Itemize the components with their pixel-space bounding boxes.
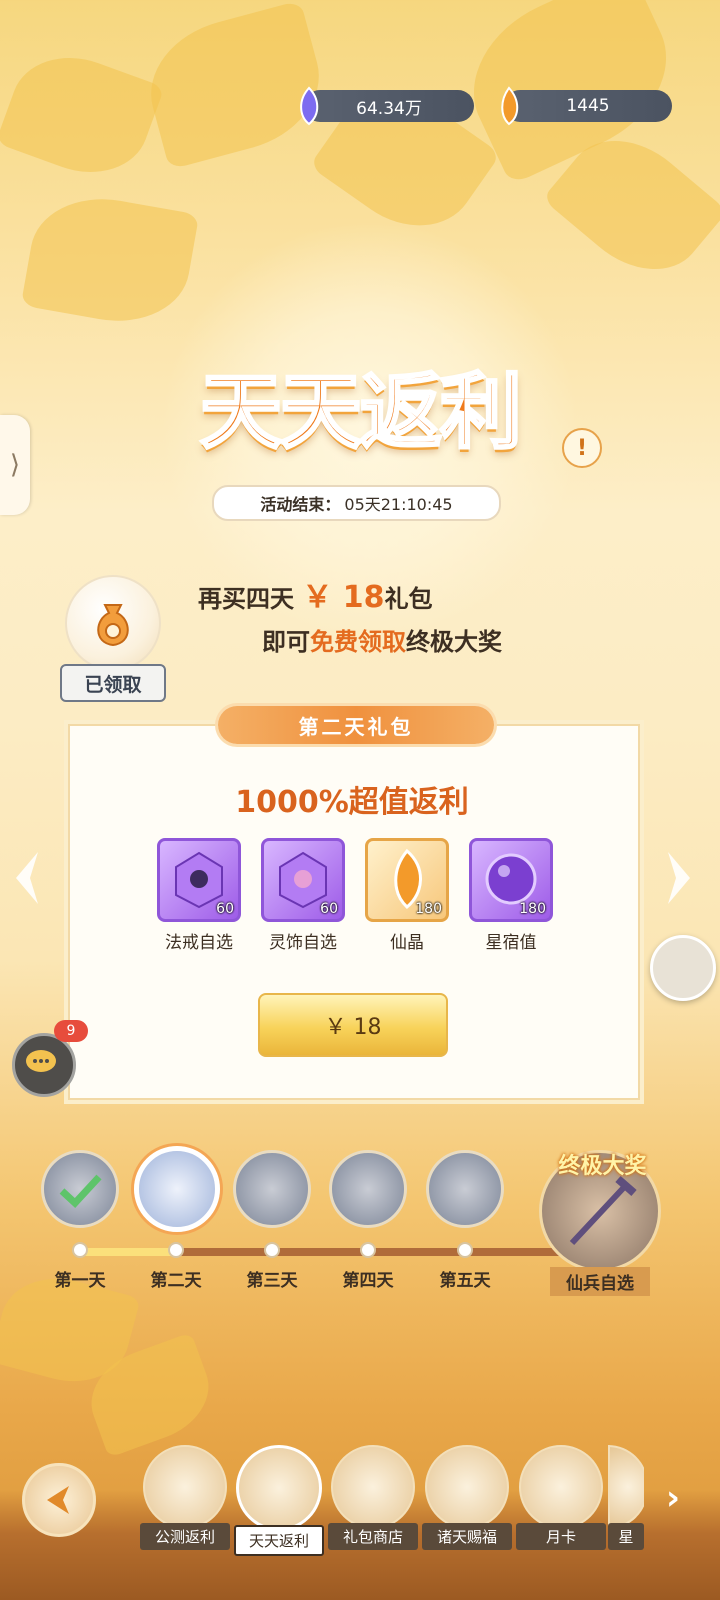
reward-bag[interactable]: [65, 575, 161, 671]
jade-icon: [300, 86, 319, 126]
day-4[interactable]: 第四天: [326, 1150, 410, 1291]
tab-label: 公测返利: [140, 1523, 230, 1550]
promo-line-2-post: 终极大奖: [406, 628, 502, 656]
daily-rebate-icon: [236, 1445, 322, 1531]
day-1-reward: [41, 1150, 119, 1228]
item-frame: 180: [469, 838, 553, 922]
back-arrow-icon: [47, 1486, 69, 1514]
claimed-badge: 已领取: [60, 664, 166, 702]
promo-price: ￥ 18: [302, 580, 385, 615]
currency-value-jade: 64.34万: [356, 98, 422, 119]
day-label: 第三天: [246, 1271, 298, 1291]
promo-line-1-post: 礼包: [384, 585, 433, 613]
item-label: 灵饰自选: [269, 933, 337, 953]
lucky-bag-icon: [97, 604, 129, 647]
currency-value-crystal: 1445: [566, 96, 610, 116]
grand-prize-label: 仙兵自选: [550, 1267, 650, 1296]
tab-daily-rebate[interactable]: 天天返利: [234, 1445, 324, 1556]
tab-gift-shop[interactable]: 礼包商店: [328, 1445, 418, 1550]
nav-next-arrow-icon[interactable]: ›: [666, 1478, 680, 1518]
grand-prize[interactable]: 终极大奖 仙兵自选: [535, 1150, 665, 1296]
tab-blessing[interactable]: 诸天赐福: [422, 1445, 512, 1550]
event-timer: 活动结束： 05天21:10:45: [212, 485, 501, 521]
tab-label: 星: [608, 1523, 644, 1550]
timer-value: 05天21:10:45: [344, 495, 453, 514]
day-label: 第四天: [342, 1271, 394, 1291]
tab-star-partial[interactable]: 星: [608, 1445, 644, 1550]
crystal-icon: [501, 86, 519, 126]
chat-bubble-icon: [26, 1050, 56, 1072]
check-icon: [59, 1174, 102, 1208]
item-frame: 180: [365, 838, 449, 922]
day-2-reward: [134, 1146, 220, 1232]
item-frame: 60: [157, 838, 241, 922]
tab-label: 月卡: [516, 1523, 606, 1550]
day-label: 第五天: [439, 1271, 491, 1291]
promo-line-2-pre: 即可: [262, 628, 310, 656]
day-2[interactable]: 第二天: [134, 1146, 220, 1291]
pack-item-ornament-chest[interactable]: 60 灵饰自选: [261, 838, 345, 953]
timer-label: 活动结束：: [260, 495, 341, 514]
side-expand-tab[interactable]: ⟩: [0, 415, 30, 515]
pack-item-ring-chest[interactable]: 60 法戒自选: [157, 838, 241, 953]
currency-bar-crystal[interactable]: 1445: [501, 86, 672, 126]
info-icon[interactable]: !: [562, 428, 602, 468]
currency-bar-jade[interactable]: 64.34万: [300, 86, 474, 126]
tab-label: 天天返利: [234, 1525, 324, 1556]
day-dot: [457, 1242, 473, 1258]
chat-button[interactable]: [12, 1033, 76, 1097]
day-4-reward: [329, 1150, 407, 1228]
item-label: 星宿值: [485, 933, 537, 953]
day-dot: [72, 1242, 88, 1258]
pack-ribbon: 第二天礼包: [218, 706, 494, 744]
blessing-icon: [425, 1445, 509, 1529]
back-button[interactable]: [22, 1463, 96, 1537]
day-1[interactable]: 第一天: [38, 1150, 122, 1291]
promo-line-1: 再买四天 ￥ 18礼包: [198, 572, 433, 616]
tab-label: 礼包商店: [328, 1523, 418, 1550]
item-count: 60: [216, 901, 234, 917]
promo-line-1-pre: 再买四天: [198, 585, 294, 613]
day-label: 第二天: [150, 1271, 202, 1291]
monthly-card-icon: [519, 1445, 603, 1529]
item-frame: 60: [261, 838, 345, 922]
avatar[interactable]: [650, 935, 716, 1001]
promo-line-2: 即可免费领取终极大奖: [262, 622, 502, 657]
launch-rebate-icon: [143, 1445, 227, 1529]
day-3-reward: [233, 1150, 311, 1228]
item-count: 180: [415, 901, 442, 917]
item-count: 180: [519, 901, 546, 917]
tab-label: 诸天赐福: [422, 1523, 512, 1550]
day-dot: [360, 1242, 376, 1258]
item-label: 法戒自选: [165, 933, 233, 953]
event-title: 天天返利: [198, 363, 523, 462]
item-label: 仙晶: [390, 933, 424, 953]
day-5-reward: [426, 1150, 504, 1228]
gift-shop-icon: [331, 1445, 415, 1529]
promo-highlight: 免费领取: [310, 628, 406, 656]
next-pack-arrow-icon[interactable]: [664, 848, 694, 908]
pack-item-star-orb[interactable]: 180 星宿值: [469, 838, 553, 953]
star-tab-icon: [608, 1445, 644, 1529]
tab-monthly-card[interactable]: 月卡: [516, 1445, 606, 1550]
item-count: 60: [320, 901, 338, 917]
pack-item-crystal[interactable]: 180 仙晶: [365, 838, 449, 953]
prev-pack-arrow-icon[interactable]: [12, 848, 42, 908]
day-dot: [264, 1242, 280, 1258]
day-dot: [168, 1242, 184, 1258]
day-3[interactable]: 第三天: [230, 1150, 314, 1291]
chat-badge: 9: [54, 1020, 88, 1042]
buy-button[interactable]: ￥ 18: [258, 993, 448, 1057]
tab-launch-rebate[interactable]: 公测返利: [140, 1445, 230, 1550]
day-label: 第一天: [54, 1271, 106, 1291]
rebate-text: 1000%超值返利: [235, 785, 469, 820]
grand-prize-tag: 终极大奖: [558, 1154, 647, 1179]
day-5[interactable]: 第五天: [423, 1150, 507, 1291]
